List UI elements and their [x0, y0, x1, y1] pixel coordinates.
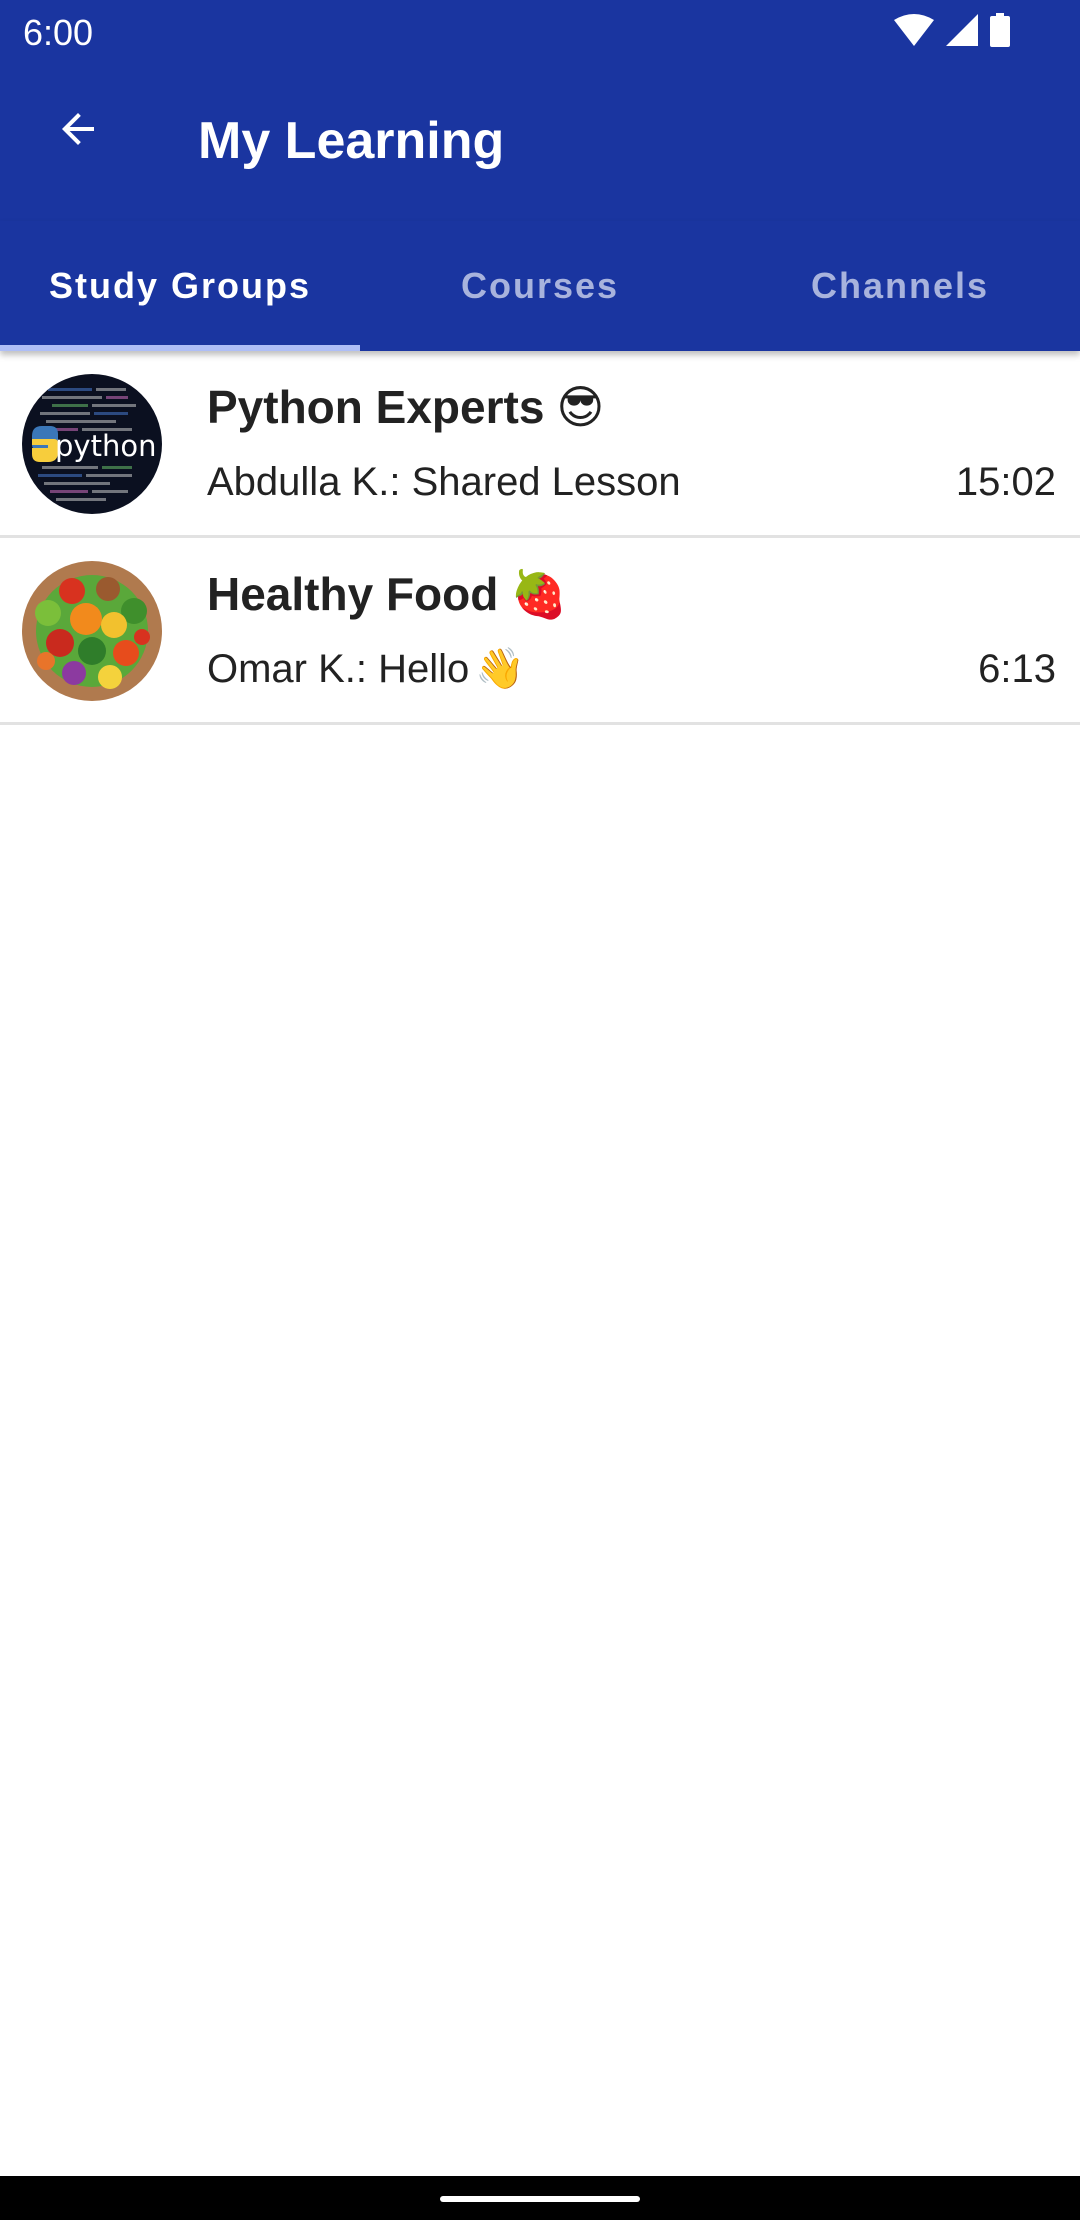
tab-label: Courses	[460, 265, 620, 306]
home-gesture-handle[interactable]	[440, 2196, 640, 2202]
back-button[interactable]	[28, 81, 128, 181]
avatar-text: python	[55, 429, 156, 463]
group-name-text: Healthy Food	[207, 568, 499, 620]
cellular-signal-icon	[946, 13, 978, 51]
status-time: 6:00	[23, 12, 94, 53]
group-name: Python Experts 😎	[207, 377, 604, 437]
message-time: 6:13	[978, 647, 1056, 691]
page-title: My Learning	[198, 112, 505, 170]
status-icons	[894, 12, 1010, 52]
vegetables-avatar	[22, 561, 162, 701]
last-message: Abdulla K.: Shared Lesson	[207, 456, 681, 508]
tab-study-groups[interactable]: Study Groups	[0, 221, 360, 351]
battery-icon	[990, 12, 1010, 52]
group-name: Healthy Food 🍓	[207, 564, 568, 624]
waving-hand-emoji-icon: 👋	[475, 647, 526, 691]
tab-channels[interactable]: Channels	[720, 221, 1080, 351]
sunglasses-emoji-icon: 😎	[556, 381, 605, 433]
study-group-list: python Python Experts 😎 Abdulla K.: Share…	[0, 351, 1080, 725]
wifi-icon	[894, 13, 934, 51]
status-bar: 6:00	[0, 0, 1080, 66]
arrow-back-icon	[54, 105, 102, 158]
list-item[interactable]: Healthy Food 🍓 Omar K.: Hello 👋 6:13	[0, 538, 1080, 725]
last-message-text: Abdulla K.: Shared Lesson	[207, 460, 681, 504]
python-logo-avatar: python	[22, 374, 162, 514]
group-name-text: Python Experts	[207, 381, 545, 433]
active-tab-indicator	[0, 345, 360, 351]
tab-courses[interactable]: Courses	[360, 221, 720, 351]
tab-label: Study Groups	[48, 265, 311, 306]
strawberry-emoji-icon: 🍓	[510, 568, 568, 620]
tab-label: Channels	[810, 265, 990, 306]
tab-bar: Study Groups Courses Channels	[0, 221, 1080, 351]
system-nav-bar	[0, 2176, 1080, 2220]
last-message-text: Omar K.: Hello	[207, 647, 470, 691]
list-item[interactable]: python Python Experts 😎 Abdulla K.: Share…	[0, 351, 1080, 538]
app-bar: My Learning	[0, 66, 1080, 221]
last-message: Omar K.: Hello 👋	[207, 643, 525, 695]
message-time: 15:02	[955, 460, 1056, 504]
